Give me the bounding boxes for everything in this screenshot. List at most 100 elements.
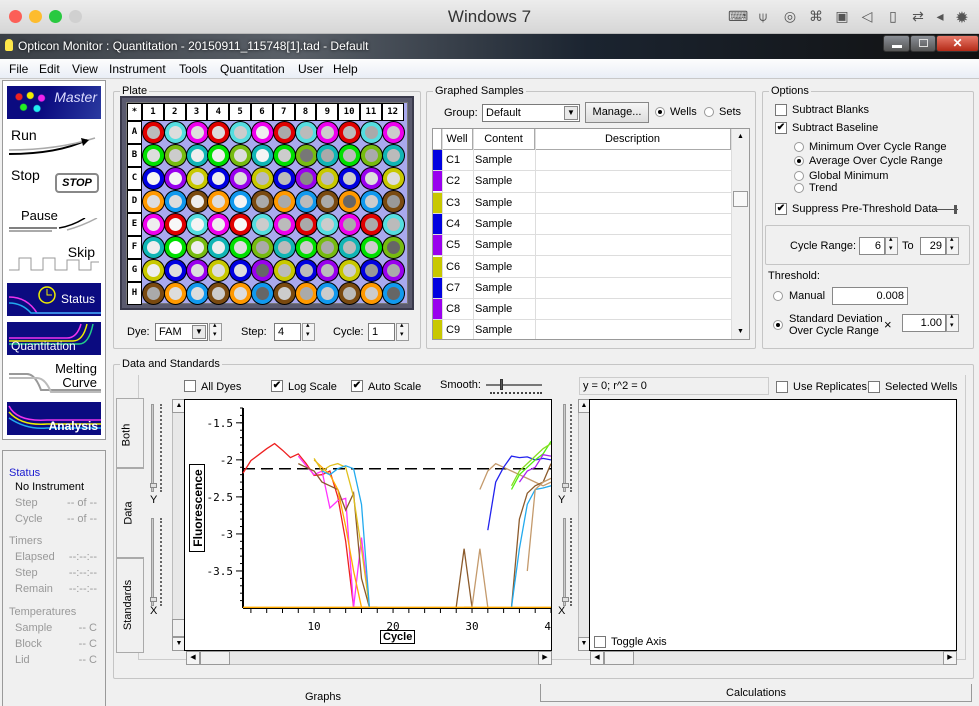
cd-icon[interactable]: ◎	[780, 8, 800, 25]
plate-column-header[interactable]: 11	[360, 103, 382, 121]
menu-quantitation[interactable]: Quantitation	[220, 62, 285, 76]
plate-well-G7[interactable]	[273, 260, 295, 281]
plate-well-D12[interactable]	[382, 191, 404, 212]
plate-well-D7[interactable]	[273, 191, 295, 212]
avg-over-cycle-radio[interactable]	[794, 156, 804, 166]
plate-well-E1[interactable]	[143, 214, 164, 235]
chart-hscroll[interactable]: ◀ ▶	[186, 651, 552, 665]
smooth-slider[interactable]	[486, 379, 542, 390]
plate-well-D3[interactable]	[186, 191, 208, 212]
plate-row-header[interactable]: F	[127, 236, 142, 259]
plate-column-header[interactable]: 2	[163, 103, 186, 121]
tab-graphs[interactable]: Graphs	[106, 688, 540, 706]
plate-well-A8[interactable]	[295, 122, 317, 143]
plate-well-B10[interactable]	[339, 145, 361, 166]
plate-well-H11[interactable]	[361, 283, 382, 304]
dye-select[interactable]: FAM ▼	[155, 323, 208, 341]
device-icon[interactable]: ▯	[883, 8, 903, 25]
plate-well-H1[interactable]	[143, 283, 164, 304]
plate-well-F6[interactable]	[252, 237, 273, 258]
plate-well-A6[interactable]	[252, 122, 273, 143]
amplification-chart[interactable]: -1.5-2-2.5-3-3.510203040 Fluorescence Cy…	[184, 399, 558, 651]
plate-well-B7[interactable]	[273, 145, 295, 166]
step-input[interactable]: 4	[274, 323, 301, 341]
plate-well-E9[interactable]	[317, 214, 339, 235]
plate-well-A4[interactable]	[208, 122, 230, 143]
plate-well-E6[interactable]	[252, 214, 273, 235]
suppress-pre-threshold-checkbox[interactable]: ✔	[775, 203, 787, 215]
dye-spinner[interactable]	[209, 321, 222, 341]
table-row[interactable]: C3 Sample	[433, 192, 731, 214]
plate-column-header[interactable]: 1	[142, 103, 164, 121]
use-replicates-checkbox[interactable]	[776, 381, 788, 393]
plate-row-header[interactable]: A	[127, 121, 142, 144]
plate-well-F2[interactable]	[164, 237, 186, 258]
table-row[interactable]: C6 Sample	[433, 256, 731, 278]
master-button[interactable]: Master	[7, 86, 101, 119]
plate-corner[interactable]: *	[127, 103, 142, 121]
plate-well-F4[interactable]	[208, 237, 230, 258]
menu-help[interactable]: Help	[333, 62, 358, 76]
plate-well-F8[interactable]	[295, 237, 317, 258]
plate-column-header[interactable]: 9	[316, 103, 339, 121]
scroll-right-icon[interactable]: ▶	[538, 651, 552, 665]
network-icon[interactable]: ⌘	[806, 8, 826, 25]
plate-well-D2[interactable]	[164, 191, 186, 212]
table-row[interactable]: C4 Sample	[433, 213, 731, 236]
plate-well-D1[interactable]	[143, 191, 164, 212]
plate-well-A10[interactable]	[339, 122, 361, 143]
menu-tools[interactable]: Tools	[179, 62, 207, 76]
plate-well-B1[interactable]	[143, 145, 164, 166]
plate-well-B8[interactable]	[295, 145, 317, 166]
sets-radio[interactable]	[704, 107, 714, 117]
step-spinner[interactable]	[302, 321, 315, 341]
plate-well-A7[interactable]	[273, 122, 295, 143]
plate-well-D5[interactable]	[230, 191, 252, 212]
plate-well-C5[interactable]	[230, 168, 252, 189]
plate-well-F12[interactable]	[382, 237, 404, 258]
quantitation-button[interactable]: Quantitation	[7, 322, 101, 355]
manage-button[interactable]: Manage...	[585, 102, 649, 123]
scroll-down-icon[interactable]: ▼	[737, 328, 744, 335]
plate-row-header[interactable]: E	[127, 213, 142, 236]
scroll-right-icon[interactable]: ▶	[943, 651, 957, 665]
menu-user[interactable]: User	[298, 62, 323, 76]
plate-well-G8[interactable]	[295, 260, 317, 281]
run-button[interactable]: Run	[7, 124, 101, 157]
plate-well-B4[interactable]	[208, 145, 230, 166]
plate-well-F5[interactable]	[230, 237, 252, 258]
plate-well-F1[interactable]	[143, 237, 164, 258]
standards-chart[interactable]: Toggle Axis	[589, 399, 957, 651]
plate-well-G2[interactable]	[164, 260, 186, 281]
plate-well-B2[interactable]	[164, 145, 186, 166]
plate-column-header[interactable]: 8	[294, 103, 317, 121]
plate-row-header[interactable]: D	[127, 190, 142, 213]
smooth-slider-thumb[interactable]	[500, 379, 503, 390]
plate-well-H3[interactable]	[186, 283, 208, 304]
plate-well-H2[interactable]	[164, 283, 186, 304]
plate-column-header[interactable]: 7	[272, 103, 295, 121]
plate-row-header[interactable]: H	[127, 282, 142, 305]
plate-well-D4[interactable]	[208, 191, 230, 212]
scroll-thumb[interactable]	[200, 651, 230, 665]
cycle-to-input[interactable]: 29	[920, 237, 946, 255]
keyboard-icon[interactable]: ⌨	[728, 8, 748, 25]
plate-well-F9[interactable]	[317, 237, 339, 258]
plate-well-H6[interactable]	[252, 283, 273, 304]
arrow-left-icon[interactable]: ◂	[930, 8, 950, 25]
plate-well-F7[interactable]	[273, 237, 295, 258]
plate-well-A12[interactable]	[382, 122, 404, 143]
plate-well-H9[interactable]	[317, 283, 339, 304]
plate-well-C4[interactable]	[208, 168, 230, 189]
stop-button[interactable]: Stop STOP	[7, 163, 101, 196]
plate-row-header[interactable]: B	[127, 144, 142, 167]
plate-well-G10[interactable]	[339, 260, 361, 281]
plate-well-C10[interactable]	[339, 168, 361, 189]
plate-column-header[interactable]: 6	[251, 103, 273, 121]
plate-well-C3[interactable]	[186, 168, 208, 189]
plate-well-G1[interactable]	[143, 260, 164, 281]
usb-icon[interactable]: ⍦	[753, 8, 773, 25]
plate-well-E7[interactable]	[273, 214, 295, 235]
plate-well-A3[interactable]	[186, 122, 208, 143]
scroll-left-icon[interactable]: ◀	[590, 651, 604, 665]
